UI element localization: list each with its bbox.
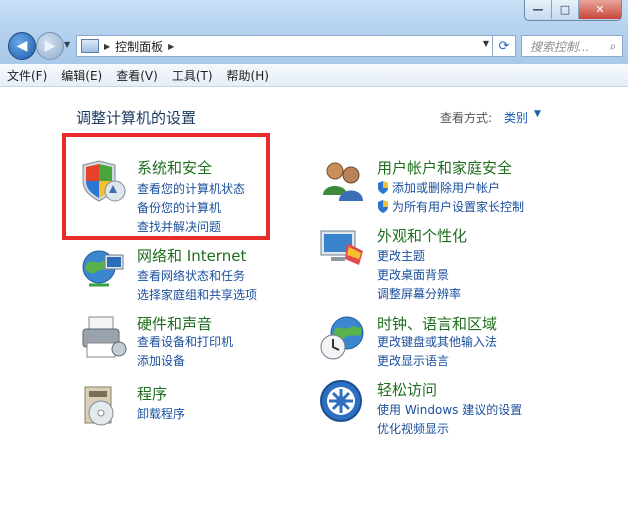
title-bar: — □ ✕ ◀ ▶ ▼ ▶ 控制面板 ▶ ▼ ⟳ 搜索控制... ⌕ <box>0 0 628 65</box>
category-title[interactable]: 外观和个性化 <box>377 225 467 246</box>
link-change-display-language[interactable]: 更改显示语言 <box>377 352 449 369</box>
refresh-icon[interactable]: ⟳ <box>492 36 515 56</box>
back-button[interactable]: ◀ <box>8 32 36 60</box>
uac-shield-icon <box>378 181 388 194</box>
printer-icon[interactable] <box>79 313 127 361</box>
category-title[interactable]: 用户帐户和家庭安全 <box>377 157 512 178</box>
link-text: 添加或删除用户帐户 <box>392 181 501 195</box>
menu-tools[interactable]: 工具(T) <box>165 67 220 84</box>
control-panel-window: — □ ✕ ◀ ▶ ▼ ▶ 控制面板 ▶ ▼ ⟳ 搜索控制... ⌕ 文件(F)… <box>0 0 628 518</box>
page-title: 调整计算机的设置 <box>76 109 197 127</box>
link-change-theme[interactable]: 更改主题 <box>377 247 425 264</box>
menu-bar: 文件(F) 编辑(E) 查看(V) 工具(T) 帮助(H) <box>0 64 628 87</box>
highlight-box <box>62 133 270 240</box>
window-controls: — □ ✕ <box>524 0 622 21</box>
view-by-dropdown[interactable]: 类别 <box>504 109 528 126</box>
link-devices-printers[interactable]: 查看设备和打印机 <box>137 333 233 350</box>
uac-shield-icon <box>378 200 388 213</box>
ease-of-access-icon[interactable] <box>319 379 367 427</box>
search-icon[interactable]: ⌕ <box>604 39 622 54</box>
recent-pages-dropdown[interactable]: ▼ <box>64 40 74 50</box>
close-button[interactable]: ✕ <box>578 0 621 19</box>
menu-file[interactable]: 文件(F) <box>0 67 54 84</box>
view-by-label: 查看方式: <box>440 111 493 125</box>
link-change-background[interactable]: 更改桌面背景 <box>377 266 449 283</box>
link-add-remove-accounts[interactable]: 添加或删除用户帐户 <box>377 179 500 196</box>
link-uninstall-program[interactable]: 卸载程序 <box>137 405 185 422</box>
menu-view[interactable]: 查看(V) <box>109 67 165 84</box>
category-title[interactable]: 网络和 Internet <box>137 245 246 266</box>
link-parental-controls[interactable]: 为所有用户设置家长控制 <box>377 198 524 215</box>
search-input[interactable]: 搜索控制... <box>522 38 604 55</box>
link-change-keyboard[interactable]: 更改键盘或其他输入法 <box>377 333 497 350</box>
menu-edit[interactable]: 编辑(E) <box>54 67 109 84</box>
programs-icon[interactable] <box>79 383 127 431</box>
minimize-button[interactable]: — <box>525 0 551 19</box>
category-title[interactable]: 时钟、语言和区域 <box>377 313 497 334</box>
search-box[interactable]: 搜索控制... ⌕ <box>521 35 623 57</box>
link-screen-resolution[interactable]: 调整屏幕分辨率 <box>377 285 461 302</box>
users-icon[interactable] <box>319 157 367 205</box>
link-homegroup-sharing[interactable]: 选择家庭组和共享选项 <box>137 286 257 303</box>
address-dropdown-icon[interactable]: ▼ <box>483 39 489 48</box>
menu-help[interactable]: 帮助(H) <box>220 67 276 84</box>
link-network-status[interactable]: 查看网络状态和任务 <box>137 267 245 284</box>
breadcrumb-control-panel[interactable]: 控制面板 <box>115 38 163 55</box>
link-text: 为所有用户设置家长控制 <box>392 200 525 214</box>
category-title[interactable]: 轻松访问 <box>377 379 437 400</box>
forward-button[interactable]: ▶ <box>36 32 64 60</box>
breadcrumb-separator-icon[interactable]: ▶ <box>168 42 174 51</box>
maximize-button[interactable]: □ <box>551 0 578 19</box>
link-windows-suggested-settings[interactable]: 使用 Windows 建议的设置 <box>377 401 522 418</box>
appearance-monitor-icon[interactable] <box>319 225 367 273</box>
chevron-down-icon[interactable]: ▼ <box>534 109 541 119</box>
breadcrumb-separator-icon[interactable]: ▶ <box>104 42 110 51</box>
control-panel-icon <box>81 39 99 53</box>
arrow-left-icon: ◀ <box>16 38 28 54</box>
link-add-device[interactable]: 添加设备 <box>137 352 185 369</box>
category-title[interactable]: 程序 <box>137 383 167 404</box>
clock-globe-icon[interactable] <box>319 313 367 361</box>
content-area: 调整计算机的设置 查看方式: 类别 ▼ 系统和安全 查看您的计算机状态 备份您的… <box>1 87 627 518</box>
address-bar[interactable]: ▶ 控制面板 ▶ ▼ ⟳ <box>76 35 516 57</box>
category-title[interactable]: 硬件和声音 <box>137 313 212 334</box>
network-globe-icon[interactable] <box>79 245 127 293</box>
link-optimize-visual-display[interactable]: 优化视频显示 <box>377 420 449 437</box>
arrow-right-icon: ▶ <box>44 38 56 54</box>
